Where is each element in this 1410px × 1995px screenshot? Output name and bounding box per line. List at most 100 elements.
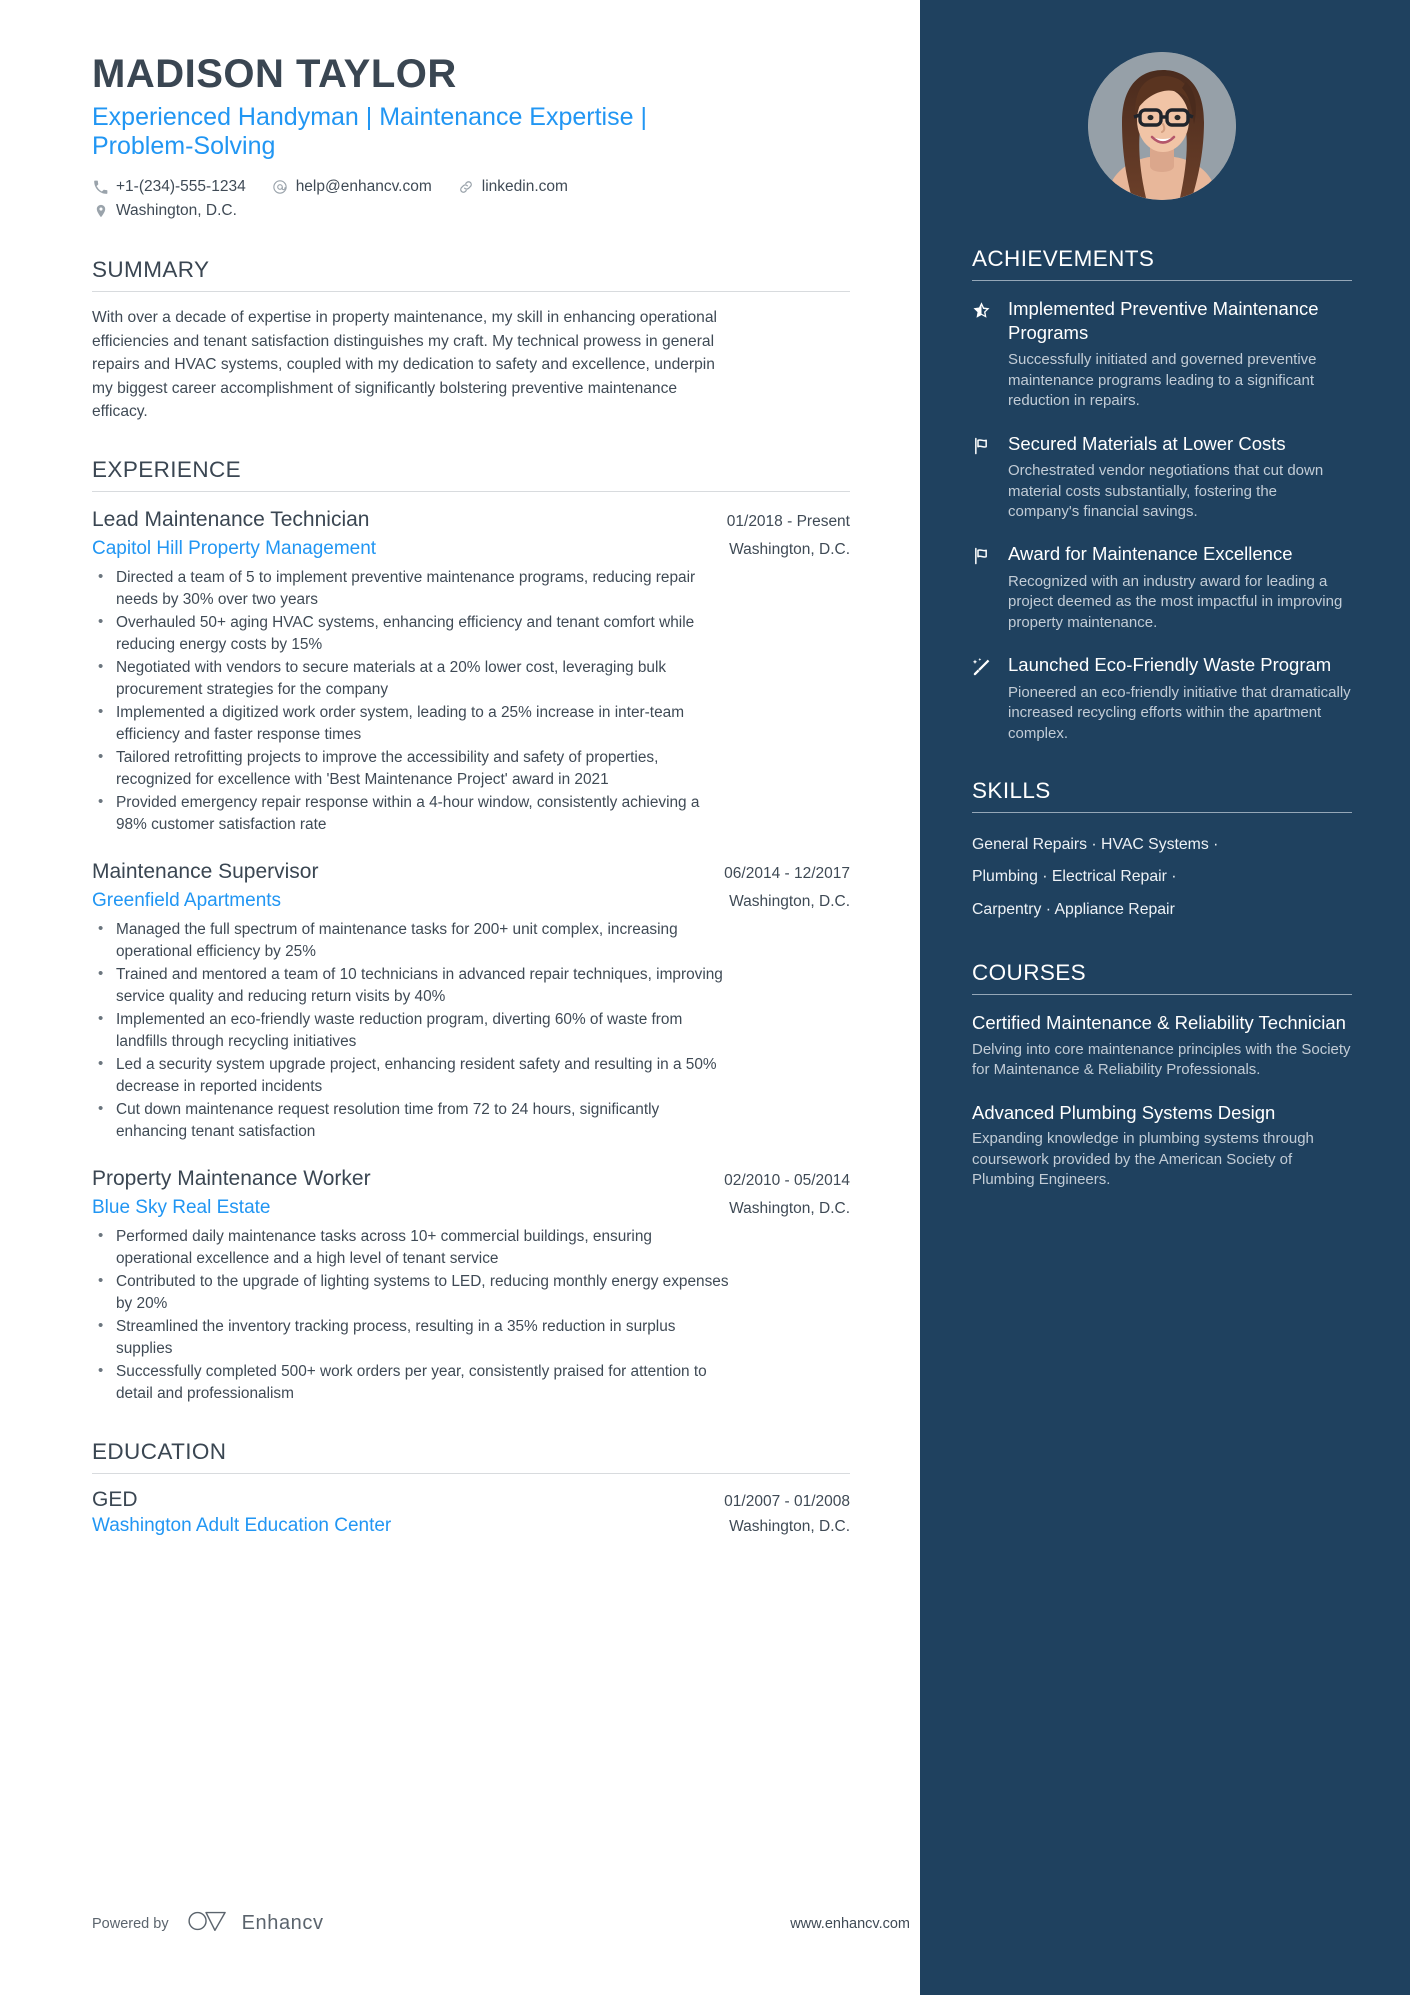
experience-list: Lead Maintenance Technician 01/2018 - Pre… xyxy=(92,506,850,1405)
course-title: Advanced Plumbing Systems Design xyxy=(972,1101,1276,1123)
course-description: Expanding knowledge in plumbing systems … xyxy=(972,1130,1314,1189)
experience-company-row: Greenfield Apartments Washington, D.C. xyxy=(92,887,850,916)
section-experience: EXPERIENCE Lead Maintenance Technician 01… xyxy=(92,457,850,1405)
location-pin-icon xyxy=(92,203,109,220)
job-bullet: Implemented a digitized work order syste… xyxy=(92,701,732,746)
skills-heading: SKILLS xyxy=(972,778,1051,804)
footer: Powered by Enhancv www.enhancv.com xyxy=(92,1908,920,1939)
achievement-body: Launched Eco-Friendly Waste Program Pione… xyxy=(1008,653,1352,744)
achievement-item: Award for Maintenance Excellence Recogniz… xyxy=(972,542,1352,633)
achievement-body: Secured Materials at Lower Costs Orchestr… xyxy=(1008,432,1352,523)
job-title: Maintenance Supervisor xyxy=(92,860,319,884)
email-icon xyxy=(272,179,289,196)
divider xyxy=(972,812,1352,814)
job-company[interactable]: Capitol Hill Property Management xyxy=(92,535,376,564)
job-bullet: Trained and mentored a team of 10 techni… xyxy=(92,963,732,1008)
avatar xyxy=(1088,52,1236,200)
courses-list: Certified Maintenance & Reliability Tech… xyxy=(972,1011,1352,1190)
education-school-row: Washington Adult Education Center Washing… xyxy=(92,1512,850,1541)
job-bullet: Successfully completed 500+ work orders … xyxy=(92,1360,732,1405)
job-company[interactable]: Blue Sky Real Estate xyxy=(92,1194,270,1223)
course-item: Advanced Plumbing Systems Design Expandin… xyxy=(972,1101,1352,1191)
education-heading: EDUCATION xyxy=(92,1439,227,1465)
resume-page: MADISON TAYLOR Experienced Handyman | Ma… xyxy=(0,0,1410,1995)
section-courses: COURSES Certified Maintenance & Reliabil… xyxy=(972,960,1352,1190)
job-bullet-list: Directed a team of 5 to implement preven… xyxy=(92,566,850,836)
job-title: Property Maintenance Worker xyxy=(92,1167,371,1191)
skill-line: General Repairs · HVAC Systems · xyxy=(972,836,1219,854)
avatar-wrap xyxy=(972,52,1352,200)
job-location: Washington, D.C. xyxy=(729,1199,850,1217)
flag-icon xyxy=(972,432,994,523)
contact-location-text: Washington, D.C. xyxy=(116,202,237,220)
achievement-title: Implemented Preventive Maintenance Progr… xyxy=(1008,298,1319,343)
avatar-portrait-icon xyxy=(1088,52,1236,200)
achievements-list: Implemented Preventive Maintenance Progr… xyxy=(972,297,1352,744)
section-achievements: ACHIEVEMENTS Implemented Preventive Main… xyxy=(972,246,1352,744)
contact-line-secondary: Washington, D.C. xyxy=(92,199,850,223)
experience-title-row: Maintenance Supervisor 06/2014 - 12/2017 xyxy=(92,858,850,886)
experience-entry: Lead Maintenance Technician 01/2018 - Pre… xyxy=(92,506,850,836)
achievement-title: Secured Materials at Lower Costs xyxy=(1008,432,1286,454)
link-icon xyxy=(458,179,475,196)
job-bullet: Performed daily maintenance tasks across… xyxy=(92,1225,732,1270)
job-location: Washington, D.C. xyxy=(729,540,850,558)
experience-company-row: Capitol Hill Property Management Washingt… xyxy=(92,535,850,564)
job-bullet: Tailored retrofitting projects to improv… xyxy=(92,746,732,791)
enhancv-brand[interactable]: Enhancv xyxy=(187,1908,324,1939)
achievement-description: Successfully initiated and governed prev… xyxy=(1008,351,1317,410)
job-date: 06/2014 - 12/2017 xyxy=(724,865,850,883)
education-entry: GED 01/2007 - 01/2008 Washington Adult Edu… xyxy=(92,1488,850,1541)
skill-line: Carpentry · Appliance Repair xyxy=(972,900,1175,918)
achievement-description: Pioneered an eco-friendly initiative tha… xyxy=(1008,683,1351,742)
experience-entry: Property Maintenance Worker 02/2010 - 05/… xyxy=(92,1165,850,1405)
skill-line: Plumbing · Electrical Repair · xyxy=(972,868,1177,886)
flag-icon xyxy=(972,542,994,633)
job-bullet: Directed a team of 5 to implement preven… xyxy=(92,566,732,611)
achievement-title: Launched Eco-Friendly Waste Program xyxy=(1008,654,1332,676)
job-bullet: Streamlined the inventory tracking proce… xyxy=(92,1315,732,1360)
job-location: Washington, D.C. xyxy=(729,892,850,910)
experience-title-row: Lead Maintenance Technician 01/2018 - Pre… xyxy=(92,506,850,534)
education-location: Washington, D.C. xyxy=(729,1518,850,1536)
website-url[interactable]: www.enhancv.com xyxy=(790,1916,910,1932)
section-summary: SUMMARY With over a decade of expertise … xyxy=(92,257,850,423)
job-company[interactable]: Greenfield Apartments xyxy=(92,887,281,916)
contact-linkedin[interactable]: linkedin.com xyxy=(458,175,568,199)
half-star-icon xyxy=(972,297,994,412)
contact-phone[interactable]: +1-(234)-555-1234 xyxy=(92,175,246,199)
experience-entry: Maintenance Supervisor 06/2014 - 12/2017 G… xyxy=(92,858,850,1143)
job-bullet: Negotiated with vendors to secure materi… xyxy=(92,656,732,701)
achievement-body: Implemented Preventive Maintenance Progr… xyxy=(1008,297,1352,412)
achievement-header: Launched Eco-Friendly Waste Program Pione… xyxy=(972,653,1352,744)
contact-phone-text: +1-(234)-555-1234 xyxy=(116,178,246,196)
contact-email[interactable]: help@enhancv.com xyxy=(272,175,432,199)
headline: Experienced Handyman | Maintenance Exper… xyxy=(92,102,647,161)
education-degree-row: GED 01/2007 - 01/2008 xyxy=(92,1488,850,1512)
magic-wand-icon xyxy=(972,653,994,744)
summary-text: With over a decade of expertise in prope… xyxy=(92,309,717,420)
job-date: 02/2010 - 05/2014 xyxy=(724,1172,850,1190)
powered-by-label: Powered by xyxy=(92,1915,169,1932)
contact-line-primary: +1-(234)-555-1234 help@enhancv.com linke… xyxy=(92,175,850,199)
contact-block: +1-(234)-555-1234 help@enhancv.com linke… xyxy=(92,175,850,223)
job-bullet: Overhauled 50+ aging HVAC systems, enhan… xyxy=(92,611,732,656)
achievement-header: Award for Maintenance Excellence Recogniz… xyxy=(972,542,1352,633)
education-degree: GED xyxy=(92,1488,138,1512)
enhancv-logo-icon xyxy=(187,1908,231,1939)
experience-title-row: Property Maintenance Worker 02/2010 - 05/… xyxy=(92,1165,850,1193)
divider xyxy=(972,994,1352,996)
sidebar: ACHIEVEMENTS Implemented Preventive Main… xyxy=(920,0,1410,1995)
achievement-item: Implemented Preventive Maintenance Progr… xyxy=(972,297,1352,412)
phone-icon xyxy=(92,179,109,196)
experience-company-row: Blue Sky Real Estate Washington, D.C. xyxy=(92,1194,850,1223)
skills-text: General Repairs · HVAC Systems · Plumbing… xyxy=(972,829,1352,926)
achievement-item: Launched Eco-Friendly Waste Program Pione… xyxy=(972,653,1352,744)
education-list: GED 01/2007 - 01/2008 Washington Adult Edu… xyxy=(92,1488,850,1541)
job-bullet: Implemented an eco-friendly waste reduct… xyxy=(92,1008,732,1053)
achievement-header: Secured Materials at Lower Costs Orchestr… xyxy=(972,432,1352,523)
achievement-item: Secured Materials at Lower Costs Orchestr… xyxy=(972,432,1352,523)
job-bullet: Provided emergency repair response withi… xyxy=(92,791,732,836)
achievement-description: Orchestrated vendor negotiations that cu… xyxy=(1008,462,1324,520)
education-school[interactable]: Washington Adult Education Center xyxy=(92,1512,391,1541)
